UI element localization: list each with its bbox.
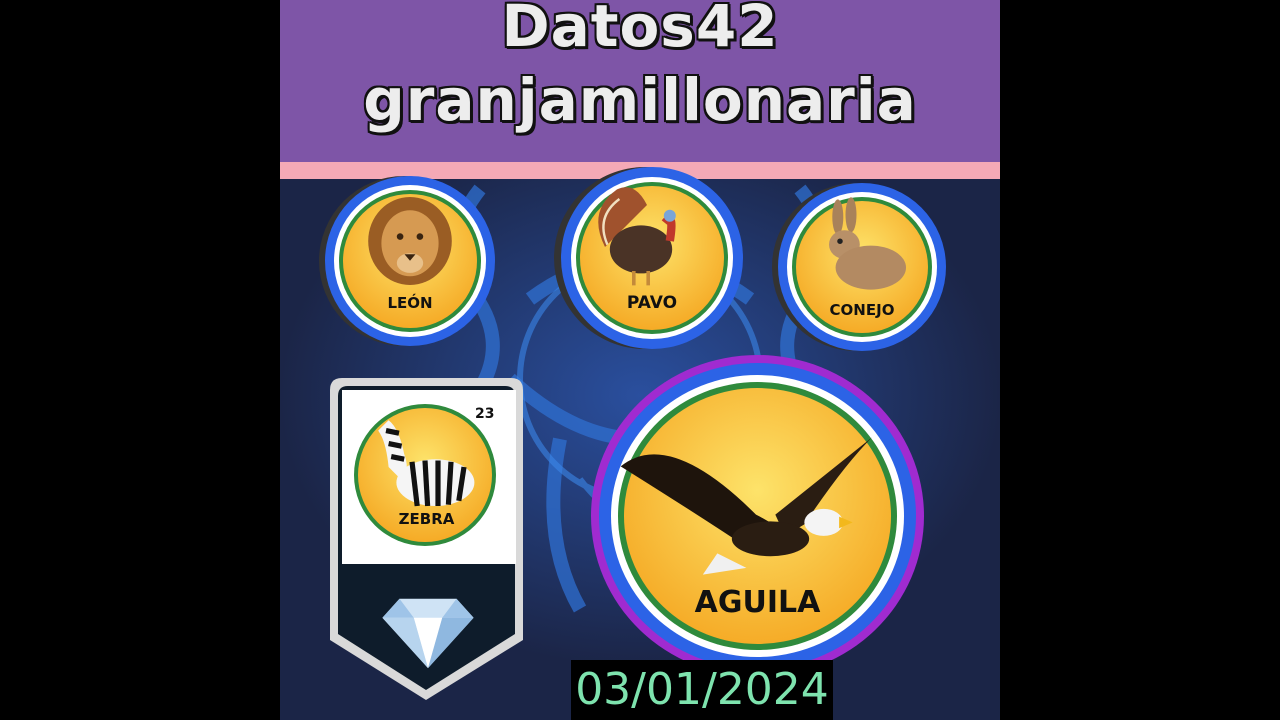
video-frame: Datos42 granjamillonaria LEÓN PAVO CONEJ… <box>280 0 1000 720</box>
aguila-badge: AGUILA <box>591 355 924 677</box>
pavo-badge: PAVO <box>561 167 743 349</box>
pavo-label: PAVO <box>626 293 678 313</box>
leon-badge: LEÓN <box>325 176 495 346</box>
turkey-icon <box>598 187 676 286</box>
zebra-card: 23 ZEBRA <box>330 378 523 700</box>
zebra-label: ZEBRA <box>398 510 455 528</box>
channel-title: Datos42 <box>501 0 779 60</box>
draw-date: 03/01/2024 <box>575 664 829 715</box>
leon-label: LEÓN <box>387 294 433 312</box>
diamond-icon <box>382 598 474 669</box>
rabbit-icon <box>829 197 906 290</box>
conejo-badge: CONEJO <box>778 183 946 351</box>
date-box: 03/01/2024 <box>571 660 833 720</box>
aguila-label: AGUILA <box>694 585 821 620</box>
lion-icon <box>368 197 452 285</box>
conejo-label: CONEJO <box>829 301 895 319</box>
channel-subtitle: granjamillonaria <box>363 66 917 134</box>
eagle-icon <box>620 437 872 575</box>
zebra-number: 23 <box>475 406 495 422</box>
